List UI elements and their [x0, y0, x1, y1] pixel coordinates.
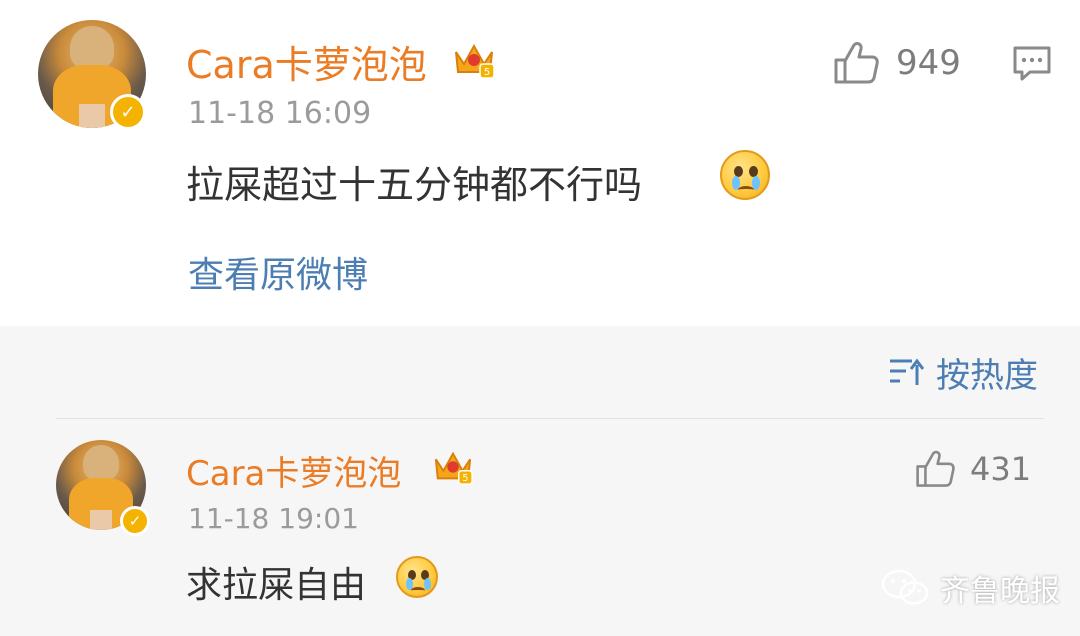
- reply-username[interactable]: Cara卡萝泡泡: [186, 446, 401, 495]
- like-count: 949: [896, 43, 961, 83]
- comment-username[interactable]: Cara卡萝泡泡: [186, 34, 427, 89]
- top-comment-card: ✓ Cara卡萝泡泡 5 11-18 16:09 拉屎超过十五分钟都不行吗 查看…: [0, 0, 1080, 326]
- verified-icon: ✓: [120, 506, 150, 536]
- comment-icon[interactable]: [1012, 44, 1052, 84]
- thumbs-up-icon: [834, 42, 879, 84]
- divider: [56, 418, 1044, 419]
- svg-text:5: 5: [484, 67, 490, 78]
- reply-timestamp: 11-18 19:01: [188, 502, 359, 535]
- thumbs-up-icon: [916, 450, 955, 487]
- comment-text: 拉屎超过十五分钟都不行吗: [186, 163, 643, 207]
- sort-by-hot-button[interactable]: 按热度: [888, 350, 1038, 396]
- view-original-link[interactable]: 查看原微博: [188, 246, 368, 298]
- reply-like-count: 431: [970, 450, 1032, 488]
- svg-text:5: 5: [462, 473, 468, 484]
- crown-icon: 5: [455, 43, 495, 79]
- wechat-icon: [881, 569, 929, 605]
- verified-icon: ✓: [110, 94, 146, 130]
- like-button[interactable]: 949: [832, 40, 961, 86]
- sort-icon: [890, 358, 924, 385]
- reply-like-button[interactable]: 431: [914, 448, 1031, 490]
- crying-emoji-icon: [720, 150, 770, 200]
- comment-timestamp: 11-18 16:09: [188, 96, 372, 131]
- watermark-text: 齐鲁晚报: [940, 574, 1060, 609]
- sort-label: 按热度: [936, 355, 1038, 396]
- crown-icon: 5: [434, 451, 473, 485]
- reply-text: 求拉屎自由: [186, 565, 367, 606]
- crying-emoji-icon: [396, 556, 438, 598]
- watermark: 齐鲁晚报: [880, 566, 1060, 610]
